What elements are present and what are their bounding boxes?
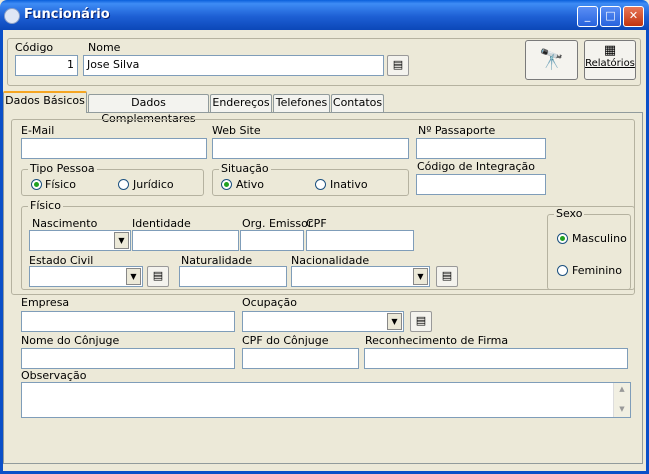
nacionalidade-select[interactable]: ▼ bbox=[291, 266, 430, 287]
relatorios-label: Relatórios bbox=[585, 58, 635, 69]
app-icon bbox=[4, 8, 20, 24]
ocupacao-dropdown-arrow[interactable]: ▼ bbox=[387, 313, 402, 330]
ativo-option-label: Ativo bbox=[236, 178, 264, 191]
tab-dados-basicos[interactable]: Dados Básicos bbox=[3, 91, 87, 113]
ocupacao-label: Ocupação bbox=[242, 296, 297, 309]
nome-conjuge-field[interactable] bbox=[21, 348, 235, 369]
identidade-field[interactable] bbox=[132, 230, 239, 251]
juridico-option-label: Jurídico bbox=[133, 178, 174, 191]
list-icon: ▤ bbox=[152, 269, 164, 282]
codigo-field[interactable]: 1 bbox=[15, 55, 78, 76]
ocupacao-lookup-button[interactable]: ▤ bbox=[410, 311, 432, 332]
ocupacao-select[interactable]: ▼ bbox=[242, 311, 404, 332]
estado-civil-lookup-button[interactable]: ▤ bbox=[147, 266, 169, 287]
tab-dados-complementares[interactable]: Dados Complementares bbox=[88, 94, 209, 125]
cpf-field[interactable] bbox=[306, 230, 414, 251]
situacao-title: Situação bbox=[219, 162, 271, 175]
feminino-option-label: Feminino bbox=[572, 264, 622, 277]
codigo-label: Código bbox=[15, 41, 54, 54]
tab-telefones[interactable]: Telefones bbox=[273, 94, 330, 112]
passaporte-label: Nº Passaporte bbox=[418, 124, 496, 137]
nascimento-field[interactable]: ▼ bbox=[29, 230, 131, 251]
website-label: Web Site bbox=[212, 124, 261, 137]
fisico-option-label: Físico bbox=[45, 178, 76, 191]
cpf-conjuge-label: CPF do Cônjuge bbox=[242, 334, 329, 347]
passaporte-field[interactable] bbox=[416, 138, 546, 159]
maximize-button[interactable]: □ bbox=[600, 6, 621, 27]
reconhecimento-field[interactable] bbox=[364, 348, 628, 369]
list-icon: ▤ bbox=[441, 269, 453, 282]
radio-inativo[interactable] bbox=[315, 179, 326, 190]
empresa-field[interactable] bbox=[21, 311, 235, 332]
cpf-label: CPF bbox=[306, 217, 327, 230]
nome-lookup-button[interactable]: ▤ bbox=[387, 55, 409, 76]
sexo-title: Sexo bbox=[554, 207, 585, 220]
estado-civil-select[interactable]: ▼ bbox=[29, 266, 143, 287]
window-title: Funcionário bbox=[24, 7, 110, 22]
inativo-option-label: Inativo bbox=[330, 178, 368, 191]
binoculars-icon: 🔭 bbox=[539, 47, 564, 71]
list-icon: ▤ bbox=[415, 314, 427, 327]
radio-juridico[interactable] bbox=[118, 179, 129, 190]
radio-masculino[interactable] bbox=[557, 233, 568, 244]
estado-civil-dropdown-arrow[interactable]: ▼ bbox=[126, 268, 141, 285]
radio-fisico[interactable] bbox=[31, 179, 42, 190]
nascimento-label: Nascimento bbox=[32, 217, 98, 230]
report-icon: ▦ bbox=[603, 43, 617, 58]
empresa-label: Empresa bbox=[21, 296, 70, 309]
codigo-integracao-field[interactable] bbox=[416, 174, 546, 195]
fisico-group-title: Físico bbox=[28, 199, 63, 212]
website-field[interactable] bbox=[212, 138, 409, 159]
nome-label: Nome bbox=[88, 41, 121, 54]
nome-conjuge-label: Nome do Cônjuge bbox=[21, 334, 120, 347]
email-field[interactable] bbox=[21, 138, 207, 159]
nome-field[interactable]: Jose Silva bbox=[83, 55, 384, 76]
identidade-label: Identidade bbox=[132, 217, 191, 230]
search-button[interactable]: 🔭 bbox=[525, 40, 578, 80]
minimize-button[interactable]: _ bbox=[577, 6, 598, 27]
relatorios-button[interactable]: ▦ Relatórios bbox=[584, 40, 636, 80]
reconhecimento-label: Reconhecimento de Firma bbox=[365, 334, 509, 347]
scroll-down-icon[interactable]: ▼ bbox=[614, 403, 630, 415]
observacao-scrollbar[interactable]: ▲ ▼ bbox=[613, 383, 630, 417]
nacionalidade-dropdown-arrow[interactable]: ▼ bbox=[413, 268, 428, 285]
codigo-integracao-label: Código de Integração bbox=[417, 160, 535, 173]
tab-contatos[interactable]: Contatos bbox=[331, 94, 384, 112]
org-emissor-field[interactable] bbox=[240, 230, 304, 251]
observacao-label: Observação bbox=[21, 369, 87, 382]
tab-enderecos[interactable]: Endereços bbox=[210, 94, 272, 112]
sexo-group: Sexo bbox=[547, 207, 631, 290]
cpf-conjuge-field[interactable] bbox=[242, 348, 359, 369]
scroll-up-icon[interactable]: ▲ bbox=[614, 383, 630, 395]
tipo-pessoa-title: Tipo Pessoa bbox=[28, 162, 97, 175]
nacionalidade-lookup-button[interactable]: ▤ bbox=[436, 266, 458, 287]
naturalidade-field[interactable] bbox=[179, 266, 287, 287]
radio-ativo[interactable] bbox=[221, 179, 232, 190]
list-icon: ▤ bbox=[392, 58, 404, 71]
radio-feminino[interactable] bbox=[557, 265, 568, 276]
nascimento-dropdown-arrow[interactable]: ▼ bbox=[114, 232, 129, 249]
masculino-option-label: Masculino bbox=[572, 232, 627, 245]
org-emissor-label: Org. Emissor bbox=[242, 217, 313, 230]
email-label: E-Mail bbox=[21, 124, 55, 137]
close-button[interactable]: ✕ bbox=[623, 6, 644, 27]
observacao-textarea[interactable]: ▲ ▼ bbox=[21, 382, 631, 418]
